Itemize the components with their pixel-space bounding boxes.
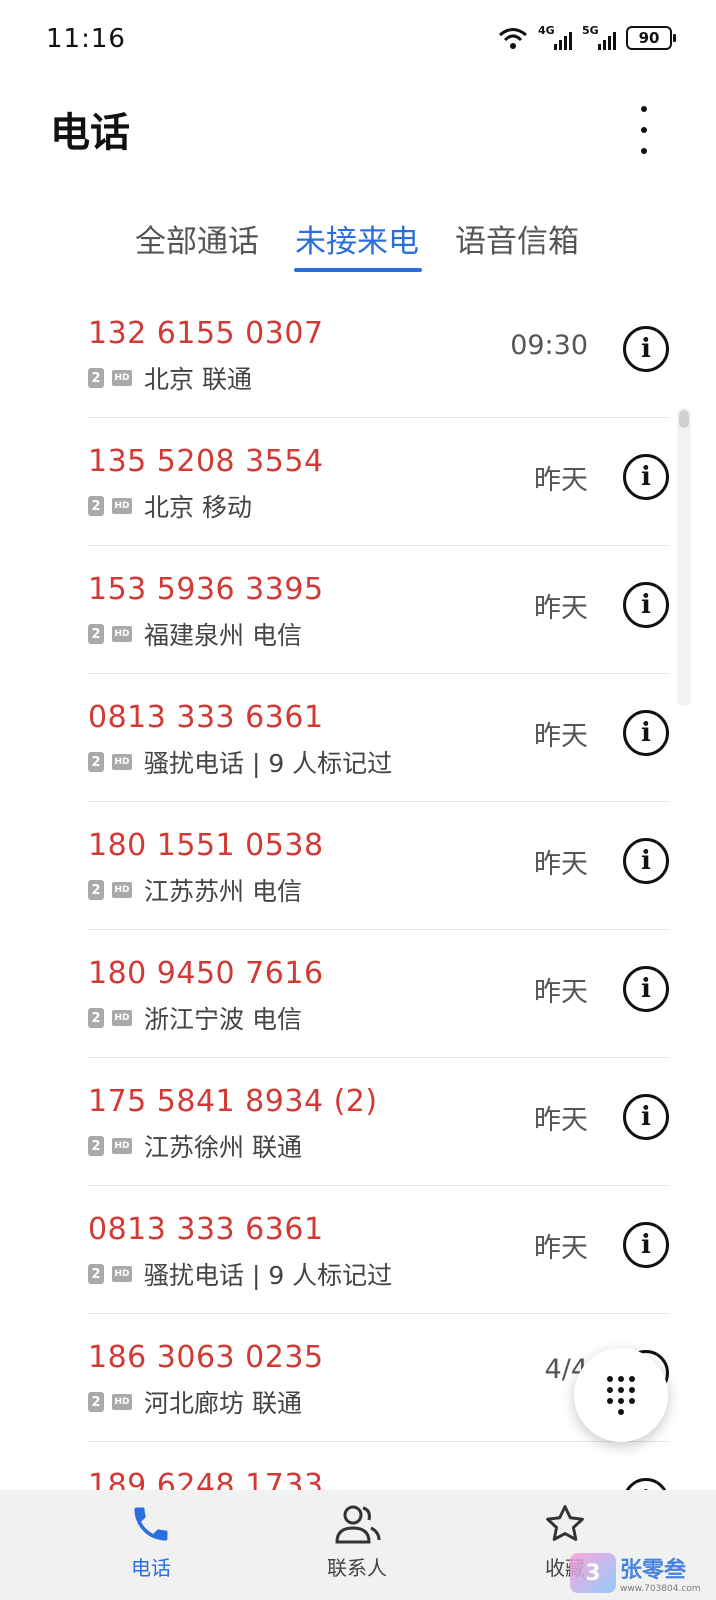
call-row[interactable]: 0813 333 6361 2 HD 骚扰电话 | 9 人标记过 昨天 i (0, 1186, 716, 1314)
hd-icon: HD (112, 1394, 132, 1410)
phone-icon (134, 1507, 168, 1541)
call-row[interactable]: 0813 333 6361 2 HD 骚扰电话 | 9 人标记过 昨天 i (0, 674, 716, 802)
call-meta: 2 HD 北京 移动 (88, 488, 252, 524)
call-meta: 2 HD 江苏苏州 电信 (88, 872, 302, 908)
call-number: 132 6155 0307 (88, 316, 324, 351)
watermark-url: www.703804.com (620, 1584, 701, 1594)
dialpad-button[interactable] (574, 1348, 668, 1442)
call-number: 180 1551 0538 (88, 828, 324, 863)
battery-icon: 90 (626, 26, 676, 50)
call-meta: 2 HD 北京 联通 (88, 360, 252, 396)
call-location: 福建泉州 电信 (144, 621, 302, 650)
call-meta: 2 HD 浙江宁波 电信 (88, 1000, 302, 1036)
info-icon[interactable]: i (623, 326, 669, 372)
call-time: 昨天 (534, 465, 588, 496)
hd-icon: HD (112, 882, 132, 898)
nav-contacts[interactable]: 联系人 (292, 1502, 422, 1581)
tab-missed-calls[interactable]: 未接来电 (295, 216, 419, 261)
sim-icon: 2 (88, 1392, 104, 1412)
sim-icon: 2 (88, 752, 104, 772)
watermark: 3 张零叁 www.703804.com (570, 1552, 701, 1594)
call-location: 江苏徐州 联通 (144, 1133, 302, 1162)
call-location: 浙江宁波 电信 (144, 1005, 302, 1034)
info-icon[interactable]: i (623, 838, 669, 884)
status-time: 11:16 (46, 24, 126, 54)
scrollbar-thumb[interactable] (679, 410, 689, 428)
call-number: 135 5208 3554 (88, 444, 324, 479)
sim-icon: 2 (88, 1136, 104, 1156)
tab-voicemail[interactable]: 语音信箱 (455, 216, 579, 261)
sim-icon: 2 (88, 1008, 104, 1028)
tab-all-calls[interactable]: 全部通话 (135, 216, 259, 261)
info-icon[interactable]: i (623, 966, 669, 1012)
sim-icon: 2 (88, 1264, 104, 1284)
call-meta: 2 HD 骚扰电话 | 9 人标记过 (88, 1256, 392, 1292)
call-number: 186 3063 0235 (88, 1340, 324, 1375)
watermark-logo: 3 (570, 1553, 616, 1593)
call-location: 河北廊坊 联通 (144, 1389, 302, 1418)
call-row[interactable]: 175 5841 8934 (2) 2 HD 江苏徐州 联通 昨天 i (0, 1058, 716, 1186)
signal-2-icon: 5G (582, 24, 616, 50)
call-time: 昨天 (534, 977, 588, 1008)
dialpad-icon (607, 1375, 635, 1415)
call-meta: 2 HD 江苏徐州 联通 (88, 1128, 302, 1164)
sim-icon: 2 (88, 496, 104, 516)
call-location: 北京 联通 (144, 365, 252, 394)
call-meta: 2 HD 福建泉州 电信 (88, 616, 302, 652)
nav-label: 联系人 (327, 1556, 387, 1580)
call-time: 09:30 (510, 330, 588, 361)
sim-icon: 2 (88, 368, 104, 388)
info-icon[interactable]: i (623, 1094, 669, 1140)
call-location: 骚扰电话 | 9 人标记过 (144, 1261, 393, 1290)
contacts-icon (335, 1505, 381, 1544)
watermark-name: 张零叁 (620, 1558, 687, 1583)
nav-label: 电话 (131, 1556, 171, 1580)
call-number: 175 5841 8934 (2) (88, 1084, 378, 1119)
tab-indicator (294, 268, 422, 272)
info-icon[interactable]: i (623, 1222, 669, 1268)
call-number: 180 9450 7616 (88, 956, 324, 991)
call-meta: 2 HD 河北廊坊 联通 (88, 1384, 302, 1420)
call-location: 骚扰电话 | 9 人标记过 (144, 749, 393, 778)
signal-1-icon: 4G (538, 24, 572, 50)
call-time: 昨天 (534, 593, 588, 624)
hd-icon: HD (112, 1266, 132, 1282)
page-title: 电话 (50, 110, 130, 156)
wifi-icon (499, 28, 527, 49)
info-icon[interactable]: i (623, 454, 669, 500)
sim-icon: 2 (88, 880, 104, 900)
call-row[interactable]: 153 5936 3395 2 HD 福建泉州 电信 昨天 i (0, 546, 716, 674)
status-icons: 4G 5G 90 (498, 24, 676, 50)
call-time: 昨天 (534, 721, 588, 752)
scrollbar[interactable] (677, 408, 691, 706)
info-icon[interactable]: i (623, 710, 669, 756)
info-icon[interactable]: i (623, 582, 669, 628)
call-row[interactable]: 180 1551 0538 2 HD 江苏苏州 电信 昨天 i (0, 802, 716, 930)
call-time: 昨天 (534, 849, 588, 880)
hd-icon: HD (112, 498, 132, 514)
tab-bar: 全部通话 未接来电 语音信箱 (0, 216, 716, 276)
call-location: 北京 移动 (144, 493, 252, 522)
call-number: 0813 333 6361 (88, 1212, 324, 1247)
call-row[interactable]: 180 9450 7616 2 HD 浙江宁波 电信 昨天 i (0, 930, 716, 1058)
call-time: 昨天 (534, 1105, 588, 1136)
star-icon (546, 1505, 584, 1541)
hd-icon: HD (112, 1010, 132, 1026)
call-location: 江苏苏州 电信 (144, 877, 302, 906)
call-row[interactable]: 132 6155 0307 2 HD 北京 联通 09:30 i (0, 290, 716, 418)
status-bar: 11:16 4G 5G 90 (0, 0, 716, 80)
call-number: 153 5936 3395 (88, 572, 324, 607)
hd-icon: HD (112, 626, 132, 642)
nav-phone[interactable]: 电话 (86, 1502, 216, 1581)
hd-icon: HD (112, 1138, 132, 1154)
call-row[interactable]: 135 5208 3554 2 HD 北京 移动 昨天 i (0, 418, 716, 546)
hd-icon: HD (112, 754, 132, 770)
sim-icon: 2 (88, 624, 104, 644)
call-time: 昨天 (534, 1233, 588, 1264)
call-meta: 2 HD 骚扰电话 | 9 人标记过 (88, 744, 392, 780)
call-number: 0813 333 6361 (88, 700, 324, 735)
hd-icon: HD (112, 370, 132, 386)
more-options-icon[interactable] (636, 106, 652, 154)
